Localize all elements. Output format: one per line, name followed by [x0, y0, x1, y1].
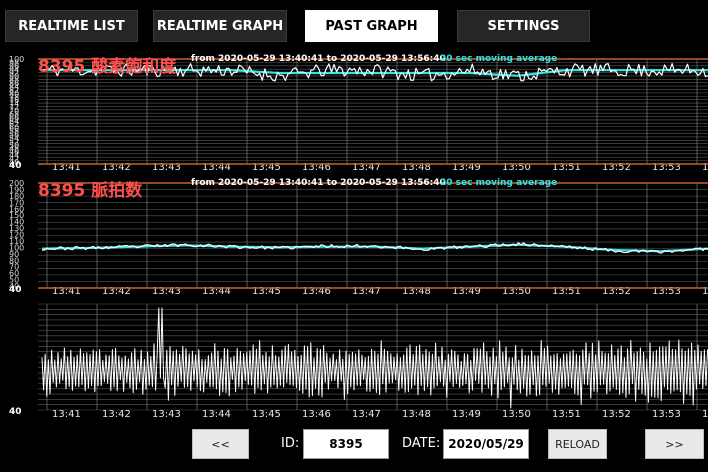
x-tick-label: 13:51 [552, 162, 581, 170]
waveform-chart: 40 13:41 13:42 13:43 13:44 13:45 13:46 13:47 13:… [9, 303, 708, 420]
x-tick-label: 13:49 [452, 409, 481, 420]
x-tick-label: 13:46 [302, 286, 331, 294]
x-tick-label: 13:53 [652, 409, 681, 420]
x-tick-label: 13:45 [252, 286, 281, 294]
waveform-line [41, 307, 708, 409]
pulse-graph-panel: 200 190 180 170 160 150 140 130 120 110 100 90 80 70 6… [8, 176, 708, 294]
id-label: ID: [281, 436, 300, 451]
x-tick-label: 13:52 [602, 162, 631, 170]
x-tick-label: 13:42 [102, 286, 131, 294]
tab-settings[interactable]: SETTINGS [457, 10, 590, 42]
y-min-label: 40 [9, 285, 22, 294]
id-input[interactable]: 8395 [303, 429, 389, 459]
navigation-controls: << ID: 8395 DATE: 2020/05/29 RELOAD >> [0, 424, 708, 472]
x-tick-label: 13:51 [552, 409, 581, 420]
x-tick-label: 13:41 [52, 286, 81, 294]
y-min-label: 40 [9, 407, 22, 417]
x-tick-label: 13:45 [252, 162, 281, 170]
x-tick-label: 13:41 [52, 162, 81, 170]
x-tick-label: 13:41 [52, 409, 81, 420]
spo2-date-range: from 2020-05-29 13:40:41 to 2020-05-29 1… [191, 54, 446, 64]
date-input[interactable]: 2020/05/29 [443, 429, 529, 459]
x-tick-label: 1 [702, 162, 708, 170]
x-tick-label: 1 [702, 286, 708, 294]
spo2-graph-title: 8395 酸素飽和度 [38, 57, 177, 77]
tab-bar: REALTIME LIST REALTIME GRAPH PAST GRAPH … [0, 0, 708, 46]
date-label: DATE: [402, 436, 441, 451]
x-tick-label: 13:50 [502, 409, 531, 420]
pulse-graph-title: 8395 脈拍数 [38, 181, 143, 201]
tab-realtime-graph[interactable]: REALTIME GRAPH [153, 10, 287, 42]
spo2-moving-average-label: 20 sec moving average [440, 54, 558, 64]
x-tick-label: 13:42 [102, 162, 131, 170]
x-tick-label: 13:48 [402, 286, 431, 294]
x-tick-label: 13:47 [352, 409, 381, 420]
reload-button[interactable]: RELOAD [548, 429, 607, 459]
x-tick-label: 13:50 [502, 162, 531, 170]
x-tick-label: 13:46 [302, 162, 331, 170]
x-tick-label: 13:53 [652, 162, 681, 170]
x-tick-label: 13:51 [552, 286, 581, 294]
x-tick-label: 13:47 [352, 162, 381, 170]
x-tick-label: 13:42 [102, 409, 131, 420]
x-tick-label: 13:48 [402, 409, 431, 420]
x-tick-label: 13:47 [352, 286, 381, 294]
x-tick-label: 13:44 [202, 286, 231, 294]
waveform-graph-panel: 40 13:41 13:42 13:43 13:44 13:45 13:46 13:47 13:… [8, 300, 708, 420]
x-tick-label: 13:52 [602, 286, 631, 294]
previous-button[interactable]: << [192, 429, 249, 459]
pulse-date-range: from 2020-05-29 13:40:41 to 2020-05-29 1… [191, 178, 446, 188]
x-tick-label: 13:49 [452, 286, 481, 294]
x-tick-label: 13:43 [152, 286, 181, 294]
x-tick-label: 13:43 [152, 409, 181, 420]
x-tick-label: 13:43 [152, 162, 181, 170]
x-tick-label: 13:44 [202, 409, 231, 420]
x-tick-label: 13:45 [252, 409, 281, 420]
x-tick-label: 13:50 [502, 286, 531, 294]
spo2-graph-panel: 100 98 96 94 92 90 88 86 84 82 80 78 76 74 72 70 68 66 64 6… [8, 52, 708, 170]
x-tick-label: 13:44 [202, 162, 231, 170]
x-tick-label: 13:53 [652, 286, 681, 294]
next-button[interactable]: >> [645, 429, 704, 459]
x-tick-label: 13:48 [402, 162, 431, 170]
x-tick-label: 13:52 [602, 409, 631, 420]
tab-past-graph[interactable]: PAST GRAPH [305, 10, 438, 42]
x-tick-label: 1 [702, 409, 708, 420]
pulse-moving-average-label: 20 sec moving average [440, 178, 558, 188]
tab-realtime-list[interactable]: REALTIME LIST [5, 10, 138, 42]
y-min-label: 40 [9, 161, 22, 170]
x-tick-label: 13:46 [302, 409, 331, 420]
x-tick-label: 13:49 [452, 162, 481, 170]
